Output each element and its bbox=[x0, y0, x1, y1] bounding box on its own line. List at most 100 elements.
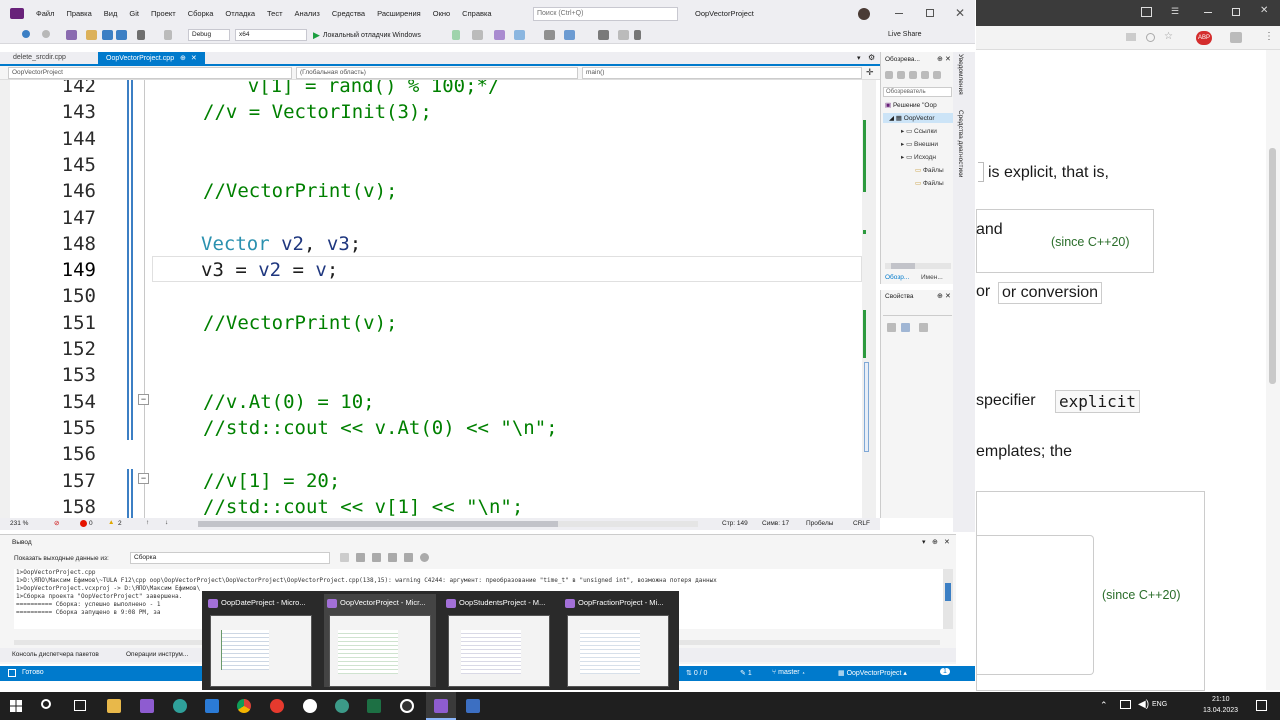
tray-chevron-icon[interactable]: ⌃ bbox=[1100, 700, 1108, 711]
output-dropdown-icon[interactable]: ▾ bbox=[922, 538, 926, 546]
tree-item[interactable]: ▸ ▭ Внешни bbox=[901, 140, 938, 148]
menu-item[interactable]: Отладка bbox=[219, 9, 261, 18]
nav-up-icon[interactable]: ↑ bbox=[146, 519, 149, 526]
config-select[interactable]: Debug bbox=[188, 29, 230, 41]
platform-select[interactable]: x64 bbox=[235, 29, 307, 41]
tab-operations[interactable]: Операции инструм... bbox=[126, 651, 188, 658]
browser-tab-icon[interactable] bbox=[1141, 7, 1152, 17]
project-select[interactable]: OopVectorProject bbox=[8, 67, 292, 79]
thumbnail-oopfraction[interactable]: OopFractionProject - Mi... bbox=[562, 594, 674, 687]
scope-select[interactable]: (Глобальная область) bbox=[296, 67, 578, 79]
notification-center-icon[interactable] bbox=[1256, 700, 1267, 711]
network-icon[interactable] bbox=[1120, 700, 1131, 709]
store-icon[interactable] bbox=[205, 699, 219, 713]
h-scroll-thumb[interactable] bbox=[198, 521, 558, 527]
tree-project[interactable]: ◢ ▦ OopVector bbox=[883, 113, 954, 123]
properties-object-select[interactable] bbox=[883, 306, 952, 316]
menu-item[interactable]: Git bbox=[123, 9, 145, 18]
extension-icon[interactable] bbox=[1230, 32, 1242, 43]
indent-icon[interactable] bbox=[598, 30, 609, 40]
prev-msg-icon[interactable] bbox=[356, 553, 365, 562]
spaces-indicator[interactable]: Пробелы bbox=[806, 520, 833, 527]
explorer-hscroll-thumb[interactable] bbox=[891, 263, 915, 269]
output-scroll-thumb[interactable] bbox=[945, 583, 951, 601]
back-icon[interactable] bbox=[22, 30, 30, 38]
vs-taskbar-icon[interactable] bbox=[140, 699, 154, 713]
scroll-thumb[interactable] bbox=[864, 362, 869, 452]
browser-minimize-icon[interactable] bbox=[1204, 12, 1212, 13]
code-line[interactable]: //v = VectorInit(3); bbox=[203, 101, 432, 123]
code-line[interactable]: v3 = v2 = v; bbox=[201, 259, 338, 281]
panel-pin-icon[interactable]: ⊕ bbox=[937, 292, 943, 300]
close-icon[interactable]: ✕ bbox=[955, 6, 965, 20]
live-share-button[interactable]: Live Share bbox=[888, 31, 921, 38]
zoom-icon[interactable] bbox=[1146, 33, 1155, 42]
nav-down-icon[interactable]: ↓ bbox=[165, 519, 168, 526]
code-line[interactable]: //VectorPrint(v); bbox=[203, 312, 397, 334]
close-tab-icon[interactable]: ✕ bbox=[191, 55, 197, 62]
output-source-select[interactable]: Сборка bbox=[130, 552, 330, 564]
reader-icon[interactable] bbox=[1126, 33, 1136, 41]
menu-item[interactable]: Тест bbox=[261, 9, 289, 18]
menu-item[interactable]: Справка bbox=[456, 9, 497, 18]
tree-item[interactable]: ▭ Файлы bbox=[915, 166, 944, 174]
bookmark-icon[interactable] bbox=[634, 30, 641, 40]
code-line[interactable]: //VectorPrint(v); bbox=[203, 180, 397, 202]
diagnostics-icon[interactable] bbox=[494, 30, 505, 40]
menu-item[interactable]: Средства bbox=[326, 9, 371, 18]
yandex-browser-icon[interactable] bbox=[303, 699, 317, 713]
panel-close-icon[interactable]: ✕ bbox=[945, 292, 951, 300]
home-icon[interactable] bbox=[885, 71, 893, 79]
browser-scroll-thumb[interactable] bbox=[1269, 148, 1276, 384]
wrap-icon[interactable] bbox=[404, 553, 413, 562]
clock-date[interactable]: 13.04.2023 bbox=[1203, 707, 1238, 714]
error-icon[interactable]: ⊘ bbox=[54, 519, 59, 527]
format-icon[interactable] bbox=[564, 30, 575, 40]
explorer-tab-solution[interactable]: Обозр... bbox=[885, 274, 909, 281]
explorer-tab-names[interactable]: Имен... bbox=[921, 274, 943, 281]
thumbnail-oopdate[interactable]: OopDateProject - Micro... bbox=[205, 594, 317, 687]
menu-item[interactable]: Вид bbox=[98, 9, 124, 18]
browser-scrollbar[interactable] bbox=[1266, 50, 1280, 690]
vs-active-taskbar[interactable] bbox=[426, 692, 456, 720]
explorer-search[interactable]: Обозреватель bbox=[883, 87, 952, 97]
new-project-icon[interactable] bbox=[66, 30, 77, 40]
maximize-icon[interactable] bbox=[926, 9, 934, 17]
search-input[interactable]: Поиск (Ctrl+Q) bbox=[533, 7, 678, 21]
collapse-all-icon[interactable] bbox=[921, 71, 929, 79]
open-icon[interactable] bbox=[86, 30, 97, 40]
bookmark-star-icon[interactable]: ☆ bbox=[1164, 31, 1173, 42]
wrench-icon[interactable] bbox=[919, 323, 928, 332]
split-icon[interactable]: ✛ bbox=[866, 67, 874, 78]
save-icon[interactable] bbox=[102, 30, 113, 40]
output-pin-icon[interactable]: ⊕ bbox=[932, 538, 938, 546]
yandex-icon[interactable] bbox=[270, 699, 284, 713]
next-msg-icon[interactable] bbox=[372, 553, 381, 562]
menu-item[interactable]: Файл bbox=[30, 9, 60, 18]
error-count[interactable]: 0 bbox=[89, 520, 93, 527]
undo-icon[interactable] bbox=[137, 30, 145, 40]
clear-icon[interactable] bbox=[388, 553, 397, 562]
code-line[interactable]: //std::cout << v[1] << "\n"; bbox=[203, 496, 523, 518]
adblock-icon[interactable]: ABP bbox=[1196, 31, 1212, 45]
code-line[interactable]: //v[1] = 20; bbox=[203, 470, 340, 492]
thumbnail-oopstudents[interactable]: OopStudentsProject - M... bbox=[443, 594, 555, 687]
warning-count[interactable]: 2 bbox=[118, 520, 122, 527]
zoom-level[interactable]: 231 % bbox=[10, 520, 28, 527]
line-indicator[interactable]: Стр: 149 bbox=[722, 520, 748, 527]
excel-icon[interactable] bbox=[367, 699, 381, 713]
output-close-icon[interactable]: ✕ bbox=[944, 538, 950, 546]
menu-item[interactable]: Окно bbox=[427, 9, 456, 18]
horizontal-scrollbar[interactable] bbox=[198, 521, 698, 527]
tree-item[interactable]: ▸ ▭ Исходн bbox=[901, 153, 936, 161]
code-line[interactable]: v[1] = rand() % 100;*/ bbox=[202, 80, 500, 97]
search-taskbar-icon[interactable] bbox=[41, 699, 51, 709]
browser-menu-icon[interactable]: ☰ bbox=[1171, 6, 1179, 17]
panel-pin-icon[interactable]: ⊕ bbox=[937, 55, 943, 63]
project-indicator[interactable]: ▦ OopVectorProject ▴ bbox=[838, 669, 907, 677]
clock-icon[interactable] bbox=[420, 553, 429, 562]
screenshot-icon[interactable] bbox=[514, 30, 525, 40]
menu-item[interactable]: Анализ bbox=[289, 9, 326, 18]
minimize-icon[interactable] bbox=[895, 13, 903, 14]
clock-time[interactable]: 21:10 bbox=[1212, 696, 1230, 703]
